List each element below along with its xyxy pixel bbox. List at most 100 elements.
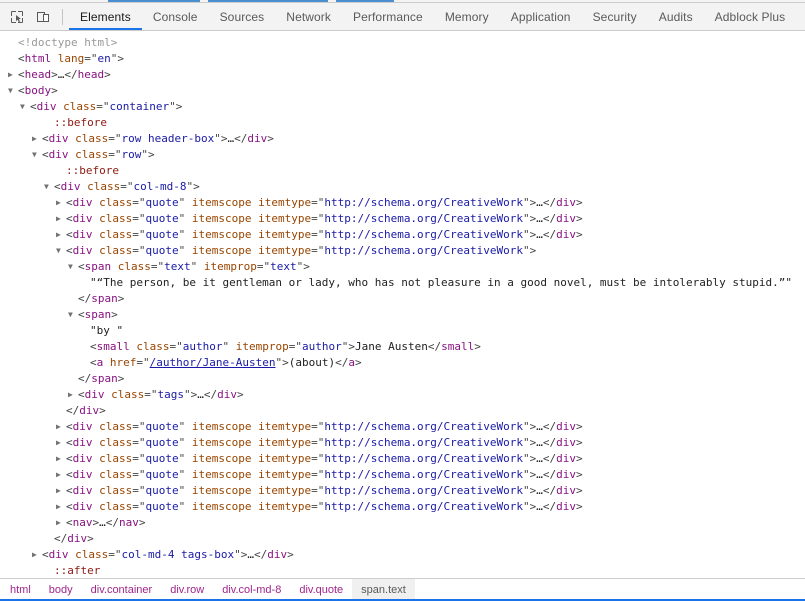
dom-tree-row[interactable]: ::after: [0, 563, 805, 578]
breadcrumb-item[interactable]: div.quote: [290, 579, 352, 601]
tab-performance[interactable]: Performance: [342, 3, 434, 30]
tab-adblock-plus[interactable]: Adblock Plus: [704, 3, 797, 30]
code-token-punc: ": [178, 468, 192, 481]
dom-tree-row[interactable]: ▶ <div class="quote" itemscope itemtype="…: [0, 435, 805, 451]
tab-memory[interactable]: Memory: [434, 3, 500, 30]
dom-tree[interactable]: <!doctype html> <html lang="en"> ▶ <head>……: [0, 31, 805, 578]
code-token-val: http://schema.org/CreativeWork: [324, 196, 524, 209]
tab-label: Elements: [80, 9, 131, 24]
code-token-tag: html: [24, 52, 52, 65]
inspect-element-button[interactable]: [4, 3, 30, 30]
code-token-punc: [51, 52, 58, 65]
code-token-tag: div: [60, 180, 81, 193]
expand-triangle-closed-icon[interactable]: ▶: [56, 499, 66, 515]
dom-tree-row[interactable]: ::before: [0, 115, 805, 131]
breadcrumb-item[interactable]: span.text: [352, 579, 415, 601]
code-token-attr: itemtype: [258, 244, 312, 257]
expand-triangle-closed-icon[interactable]: ▶: [56, 227, 66, 243]
code-token-punc: >: [576, 500, 583, 513]
breadcrumb-item[interactable]: div.col-md-8: [213, 579, 290, 601]
code-token-punc: <: [66, 516, 73, 529]
breadcrumb-item[interactable]: div.container: [82, 579, 162, 601]
dom-tree-row[interactable]: </div>: [0, 403, 805, 419]
code-token-punc: <: [18, 84, 25, 97]
expand-triangle-closed-icon[interactable]: ▶: [56, 211, 66, 227]
expand-triangle-open-icon[interactable]: ▼: [44, 179, 54, 195]
dom-tree-row[interactable]: ▼ <body>: [0, 83, 805, 99]
dom-tree-row[interactable]: ▶ <div class="quote" itemscope itemtype="…: [0, 419, 805, 435]
expand-triangle-closed-icon[interactable]: ▶: [56, 435, 66, 451]
expand-triangle-open-icon[interactable]: ▼: [32, 147, 42, 163]
expand-triangle-closed-icon[interactable]: ▶: [8, 67, 18, 83]
dom-tree-row[interactable]: ▶ <div class="quote" itemscope itemtype="…: [0, 499, 805, 515]
dom-tree-row[interactable]: "by ": [0, 323, 805, 339]
tab-application[interactable]: Application: [500, 3, 582, 30]
breadcrumb-item[interactable]: div.row: [161, 579, 213, 601]
tab-audits[interactable]: Audits: [648, 3, 704, 30]
expand-triangle-open-icon[interactable]: ▼: [68, 259, 78, 275]
dom-tree-row[interactable]: </span>: [0, 371, 805, 387]
breadcrumb-item[interactable]: body: [40, 579, 82, 601]
dom-tree-row[interactable]: </div>: [0, 531, 805, 547]
dom-tree-row[interactable]: ▼ <div class="col-md-8">: [0, 179, 805, 195]
device-toolbar-button[interactable]: [30, 3, 56, 30]
dom-tree-row[interactable]: ▶ <div class="quote" itemscope itemtype="…: [0, 467, 805, 483]
code-token-punc: <: [66, 228, 73, 241]
dom-tree-row[interactable]: <small class="author" itemprop="author">…: [0, 339, 805, 355]
dom-tree-row[interactable]: ▶ <div class="quote" itemscope itemtype="…: [0, 227, 805, 243]
dom-tree-row[interactable]: ▶ <div class="quote" itemscope itemtype="…: [0, 451, 805, 467]
code-token-tag: div: [72, 484, 93, 497]
dom-tree-row[interactable]: ▶ <div class="col-md-4 tags-box">…</div>: [0, 547, 805, 563]
expand-triangle-closed-icon[interactable]: ▶: [68, 387, 78, 403]
dom-tree-row[interactable]: ▶ <div class="row header-box">…</div>: [0, 131, 805, 147]
expand-triangle-closed-icon[interactable]: ▶: [32, 131, 42, 147]
dom-tree-row[interactable]: ::before: [0, 163, 805, 179]
expand-triangle-closed-icon[interactable]: ▶: [56, 483, 66, 499]
expand-triangle-open-icon[interactable]: ▼: [56, 243, 66, 259]
expand-triangle-closed-icon[interactable]: ▶: [56, 419, 66, 435]
dom-tree-row[interactable]: ▼ <span class="text" itemprop="text">: [0, 259, 805, 275]
tab-security[interactable]: Security: [582, 3, 648, 30]
dom-tree-row[interactable]: ▶ <div class="quote" itemscope itemtype="…: [0, 211, 805, 227]
attribute-link[interactable]: /author/Jane-Austen: [150, 356, 276, 369]
dom-tree-row[interactable]: ▶ <nav>…</nav>: [0, 515, 805, 531]
dom-tree-row[interactable]: ▼ <div class="quote" itemscope itemtype="…: [0, 243, 805, 259]
expand-triangle-closed-icon[interactable]: ▶: [32, 547, 42, 563]
breadcrumb-item[interactable]: html: [0, 579, 40, 601]
expand-triangle-closed-icon[interactable]: ▶: [56, 451, 66, 467]
dom-tree-row[interactable]: <a href="/author/Jane-Austen">(about)</a…: [0, 355, 805, 371]
code-token-punc: =": [132, 244, 146, 257]
dom-tree-row[interactable]: ▶ <div class="quote" itemscope itemtype="…: [0, 483, 805, 499]
code-token-punc: <: [66, 484, 73, 497]
expand-triangle-open-icon[interactable]: ▼: [20, 99, 30, 115]
dom-tree-row[interactable]: ▼ <div class="row">: [0, 147, 805, 163]
expand-triangle-open-icon[interactable]: ▼: [68, 307, 78, 323]
dom-tree-row[interactable]: ▶ <div class="tags">…</div>: [0, 387, 805, 403]
code-token-attr: href: [109, 356, 137, 369]
dom-tree-row[interactable]: ▶ <div class="quote" itemscope itemtype="…: [0, 195, 805, 211]
dom-tree-row[interactable]: <html lang="en">: [0, 51, 805, 67]
code-token-punc: >: [576, 228, 583, 241]
code-token-val: container: [109, 100, 170, 113]
dom-tree-row[interactable]: </span>: [0, 291, 805, 307]
code-token-attr: class: [99, 212, 133, 225]
expand-triangle-closed-icon[interactable]: ▶: [56, 515, 66, 531]
tab-sources[interactable]: Sources: [209, 3, 276, 30]
dom-tree-row[interactable]: ▶ <head>…</head>: [0, 67, 805, 83]
dom-tree-row[interactable]: ▼ <div class="container">: [0, 99, 805, 115]
expand-triangle-closed-icon[interactable]: ▶: [56, 467, 66, 483]
expand-triangle-closed-icon[interactable]: ▶: [56, 195, 66, 211]
code-token-tag: div: [556, 468, 577, 481]
code-token-punc: =": [132, 420, 146, 433]
tab-console[interactable]: Console: [142, 3, 209, 30]
dom-tree-row[interactable]: <!doctype html>: [0, 35, 805, 51]
code-token-attr: itemtype: [258, 228, 312, 241]
tab-network[interactable]: Network: [275, 3, 342, 30]
dom-tree-row[interactable]: "“The person, be it gentleman or lady, w…: [0, 275, 805, 291]
tab-elements[interactable]: Elements: [69, 3, 142, 30]
code-token-punc: =": [84, 52, 98, 65]
expand-triangle-open-icon[interactable]: ▼: [8, 83, 18, 99]
code-token-punc: <: [66, 244, 73, 257]
code-token-attr: itemtype: [258, 484, 312, 497]
dom-tree-row[interactable]: ▼ <span>: [0, 307, 805, 323]
